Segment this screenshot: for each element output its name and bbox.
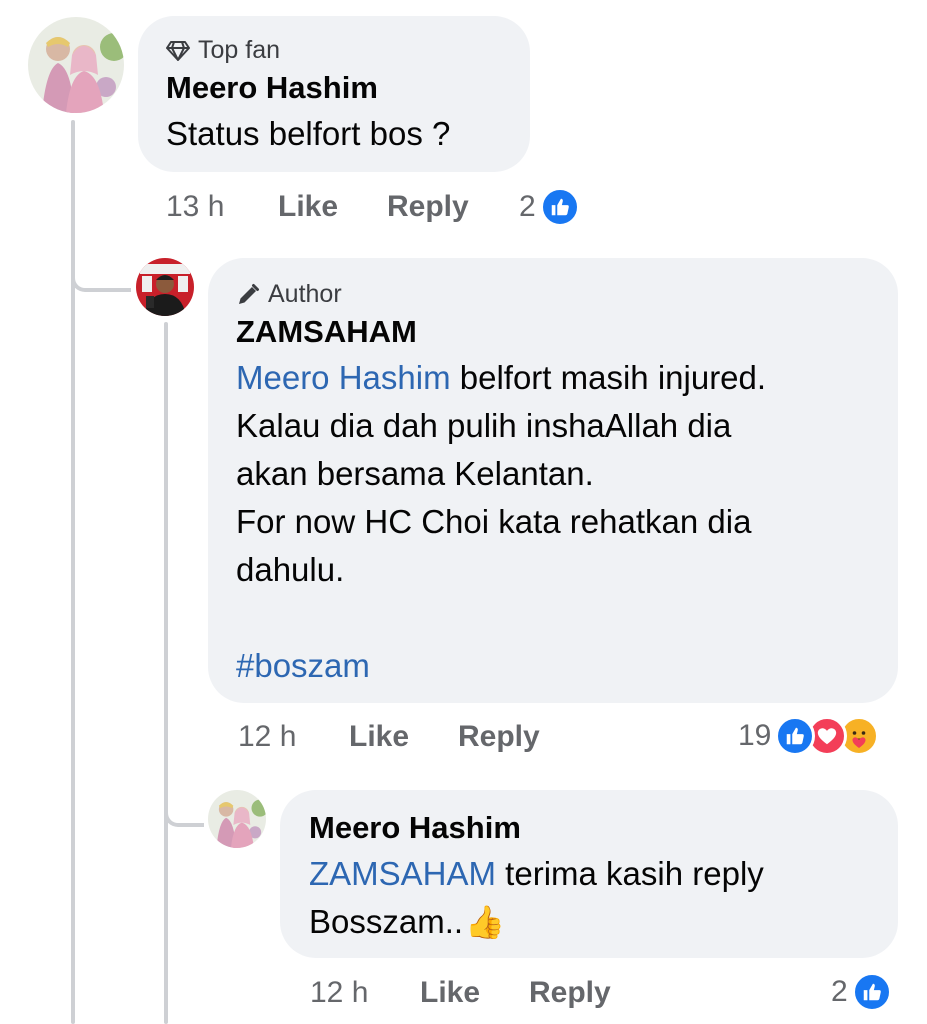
reply1-timestamp[interactable]: 12 h: [238, 720, 296, 754]
comment-bubble: Top fan Meero Hashim Status belfort bos …: [138, 16, 530, 172]
comment-reactions[interactable]: 2: [519, 187, 580, 227]
thread-line-reply1: [164, 322, 168, 1024]
reply2-author-name[interactable]: Meero Hashim: [309, 810, 521, 846]
top-fan-label: Top fan: [198, 36, 281, 64]
reply2-bubble: Meero Hashim ZAMSAHAM terima kasih reply…: [280, 790, 898, 958]
reply1-author-name[interactable]: ZAMSAHAM: [236, 314, 417, 350]
comment-reply-button[interactable]: Reply: [387, 190, 469, 224]
reply2-line-1-text: terima kasih reply: [496, 855, 764, 892]
reply2-line-1: ZAMSAHAM terima kasih reply: [309, 850, 764, 898]
reply1-line-1-text: belfort masih injured.: [450, 359, 767, 396]
avatar-meero-hashim[interactable]: [28, 17, 124, 113]
comment-author-name[interactable]: Meero Hashim: [166, 70, 378, 106]
reply1-hashtag[interactable]: #boszam: [236, 642, 370, 690]
comment-text: Status belfort bos ?: [166, 115, 451, 152]
reply1-line-1: Meero Hashim belfort masih injured.: [236, 354, 766, 402]
like-reaction-icon: [851, 972, 892, 1012]
reply2-line-2: Bosszam..👍: [309, 898, 505, 946]
like-reaction-icon: [775, 716, 816, 756]
reply1-line-4: For now HC Choi kata rehatkan dia: [236, 503, 752, 540]
reply2-timestamp[interactable]: 12 h: [310, 976, 368, 1010]
thread-elbow-reply2: [164, 775, 204, 827]
reply2-reactions[interactable]: 2: [831, 972, 892, 1012]
reply1-reaction-count: 19: [738, 719, 772, 752]
author-label: Author: [268, 280, 342, 308]
reply2-like-button[interactable]: Like: [420, 976, 480, 1010]
comment-like-button[interactable]: Like: [278, 190, 338, 224]
top-fan-badge: Top fan: [166, 36, 280, 65]
thread-elbow-reply1: [71, 240, 131, 292]
reply1-bubble: Author ZAMSAHAM Meero Hashim belfort mas…: [208, 258, 898, 703]
thumbs-up-emoji-icon: 👍: [465, 904, 505, 940]
diamond-icon: [166, 40, 190, 62]
reply2-reply-button[interactable]: Reply: [529, 976, 611, 1010]
pencil-icon: [236, 283, 260, 307]
reply1-line-3: akan bersama Kelantan.: [236, 455, 594, 492]
reply1-line-5: dahulu.: [236, 551, 345, 588]
reply1-like-button[interactable]: Like: [349, 720, 409, 754]
reply1-reactions[interactable]: 19: [738, 716, 880, 756]
avatar-meero-hashim-small[interactable]: [208, 790, 266, 848]
reply1-line-2: Kalau dia dah pulih inshaAllah dia: [236, 407, 732, 444]
author-badge: Author: [236, 280, 342, 309]
like-reaction-icon: [539, 187, 580, 227]
comment-timestamp[interactable]: 13 h: [166, 190, 224, 224]
reply2-reaction-count: 2: [831, 975, 848, 1008]
reply2-line-2-text: Bosszam..: [309, 903, 464, 940]
reply1-mention[interactable]: Meero Hashim: [236, 359, 451, 396]
comment-reaction-count: 2: [519, 190, 536, 223]
reply1-reply-button[interactable]: Reply: [458, 720, 540, 754]
reply2-mention[interactable]: ZAMSAHAM: [309, 855, 496, 892]
avatar-zamsaham[interactable]: [136, 258, 194, 316]
